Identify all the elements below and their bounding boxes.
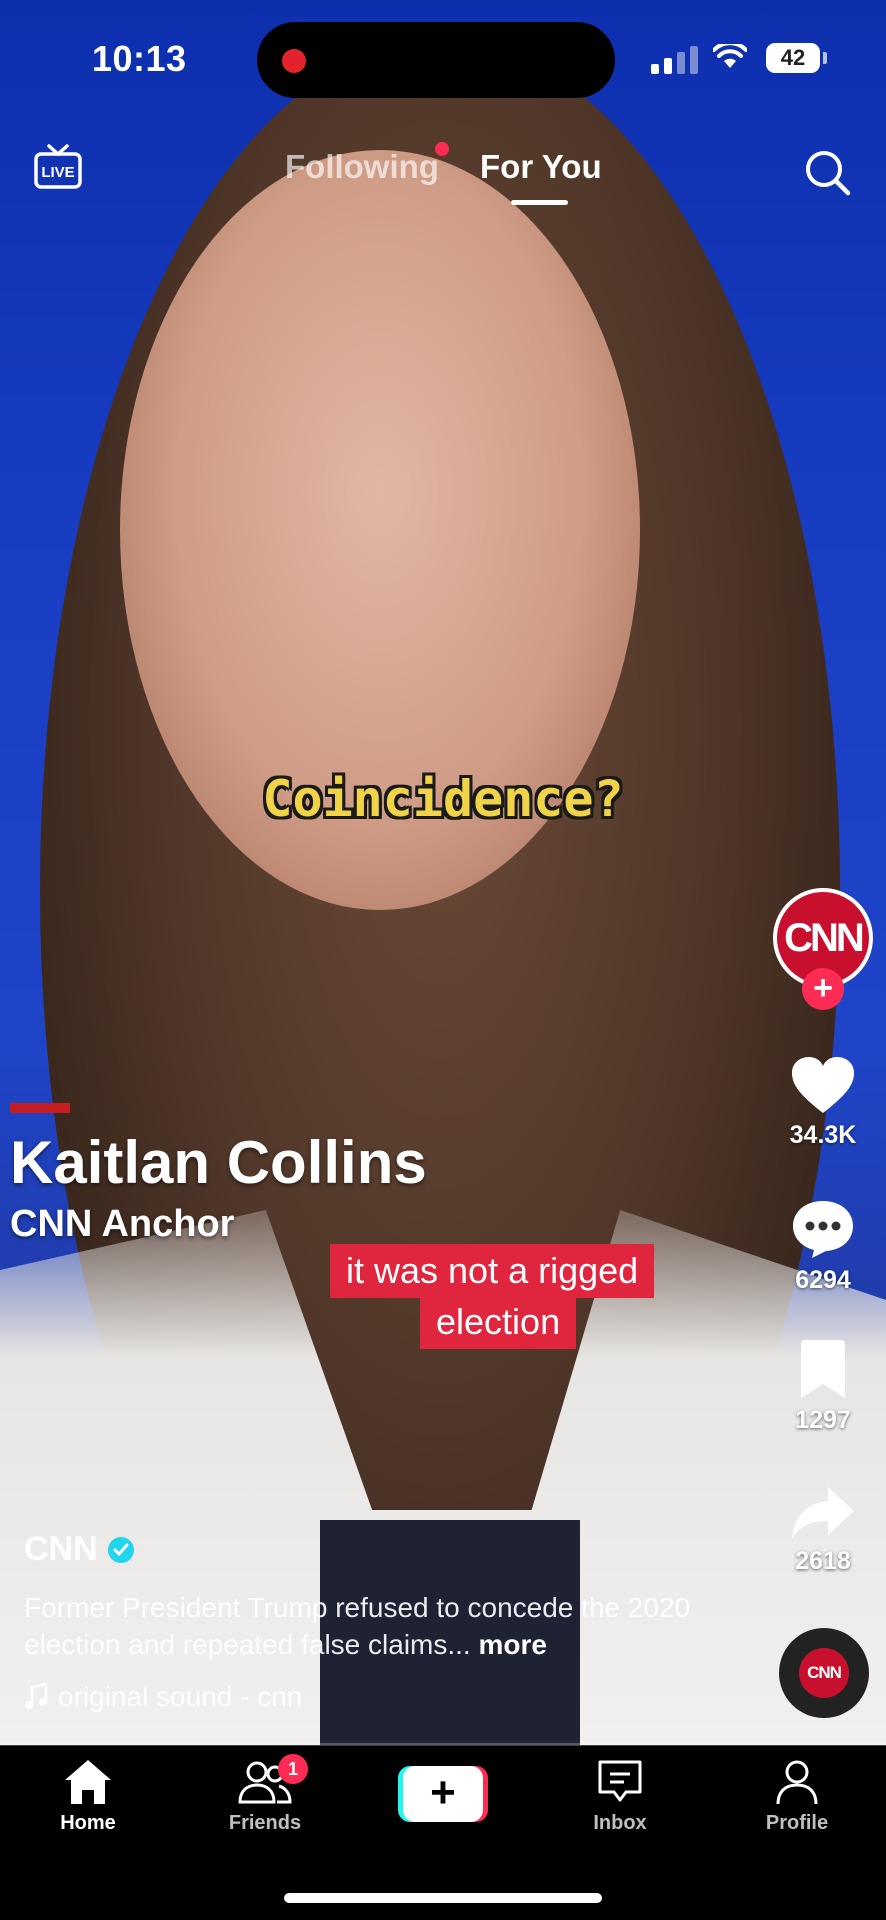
- music-note-icon: [25, 1683, 48, 1709]
- battery-tip: [823, 52, 827, 64]
- post-info: CNN Former President Trump refused to co…: [24, 1530, 714, 1713]
- music-disc[interactable]: CNN: [779, 1628, 869, 1718]
- bottom-tab-bar: Home Friends 1 + Inbox Profile: [0, 1746, 886, 1920]
- recording-indicator: [282, 49, 306, 73]
- heart-icon: [792, 1057, 854, 1113]
- live-icon[interactable]: LIVE: [33, 144, 83, 190]
- verified-badge-icon: [107, 1536, 134, 1563]
- like-count: 34.3K: [789, 1121, 857, 1149]
- overlay-caption: Coincidence?: [262, 770, 624, 828]
- tab-friends[interactable]: Friends 1: [200, 1754, 330, 1835]
- lower-third: Kaitlan Collins CNN Anchor: [10, 1103, 427, 1246]
- comment-icon: [793, 1201, 853, 1258]
- tab-profile[interactable]: Profile: [732, 1758, 862, 1835]
- anchor-name: Kaitlan Collins: [10, 1129, 427, 1196]
- comment-count: 6294: [795, 1266, 851, 1294]
- tab-inbox[interactable]: Inbox: [555, 1758, 685, 1835]
- status-time: 10:13: [92, 38, 187, 79]
- cellular-signal-icon: [651, 46, 698, 74]
- tab-home-label: Home: [60, 1812, 116, 1834]
- sound-name: original sound - cnn: [58, 1681, 303, 1712]
- save-count: 1297: [795, 1406, 851, 1434]
- plus-icon: +: [403, 1766, 483, 1822]
- tab-friends-label: Friends: [228, 1812, 302, 1834]
- anchor-title: CNN Anchor: [10, 1203, 235, 1245]
- share-count: 2618: [795, 1547, 851, 1575]
- tab-following[interactable]: Following: [285, 148, 439, 186]
- save-button[interactable]: 1297: [768, 1340, 878, 1435]
- tab-for-you[interactable]: For You: [480, 148, 602, 186]
- tab-home[interactable]: Home: [23, 1758, 153, 1835]
- sound-link[interactable]: original sound - cnn: [24, 1681, 714, 1713]
- share-button[interactable]: 2618: [768, 1485, 878, 1576]
- post-description[interactable]: Former President Trump refused to conced…: [24, 1589, 714, 1663]
- create-button[interactable]: +: [398, 1766, 488, 1822]
- wifi-icon: [713, 44, 747, 68]
- search-icon[interactable]: [803, 148, 853, 198]
- live-label: LIVE: [41, 164, 74, 181]
- author-name[interactable]: CNN: [24, 1530, 98, 1569]
- friends-badge: 1: [278, 1754, 308, 1784]
- subtitle-line-2: election: [420, 1295, 577, 1349]
- dynamic-island: [257, 22, 615, 98]
- comment-button[interactable]: 6294: [768, 1198, 878, 1295]
- profile-icon: [776, 1760, 818, 1805]
- tab-inbox-label: Inbox: [593, 1812, 647, 1834]
- top-navigation: LIVE Following For You: [0, 140, 886, 210]
- music-disc-label: CNN: [799, 1648, 849, 1698]
- following-notification-dot: [435, 142, 449, 156]
- inbox-icon: [598, 1760, 642, 1802]
- battery-indicator: 42: [766, 43, 820, 73]
- subtitle-line-1: it was not a rigged: [330, 1244, 655, 1298]
- description-text: Former President Trump refused to conced…: [24, 1592, 691, 1660]
- video-player[interactable]: [0, 0, 886, 1745]
- home-indicator[interactable]: [284, 1893, 602, 1903]
- bookmark-icon: [801, 1340, 845, 1398]
- lower-third-bar: [10, 1103, 70, 1113]
- status-bar: 10:13 42: [0, 0, 886, 120]
- home-icon: [65, 1760, 111, 1804]
- active-tab-indicator: [511, 200, 568, 205]
- more-link[interactable]: more: [478, 1629, 546, 1660]
- tab-profile-label: Profile: [765, 1812, 829, 1834]
- follow-button[interactable]: +: [802, 968, 844, 1010]
- share-arrow-icon: [792, 1487, 854, 1539]
- post-author[interactable]: CNN: [24, 1530, 714, 1569]
- like-button[interactable]: 34.3K: [768, 1055, 878, 1150]
